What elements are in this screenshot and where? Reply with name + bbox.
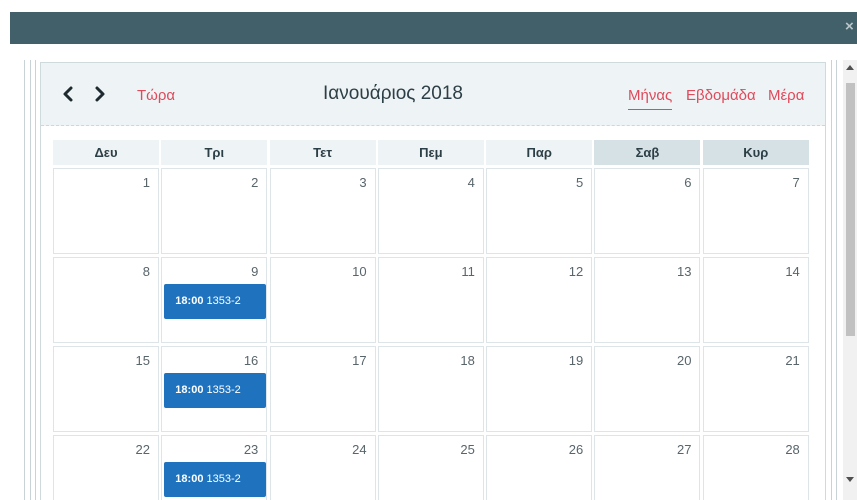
scroll-down-icon[interactable] [843,472,857,486]
day-number: 5 [575,175,584,190]
day-number: 19 [568,353,584,368]
day-number: 14 [785,264,800,279]
event-title: 1353-2 [206,295,241,307]
day-number: 6 [684,175,692,190]
day-cell[interactable]: 5 [486,168,593,254]
day-cell[interactable]: 12 [486,257,593,343]
frame-line [836,60,837,500]
vertical-scrollbar[interactable] [843,60,857,500]
calendar-event[interactable]: 18:00 1353-2 [164,462,267,497]
day-number: 28 [785,442,800,457]
day-cell[interactable]: 13 [594,257,701,343]
frame-line [24,60,25,500]
day-view-button[interactable]: Μέρα [768,87,804,104]
day-number: 16 [243,353,259,368]
weekday-header: Πεμ [377,140,484,165]
day-number: 7 [792,175,800,190]
week-row: 15 16 18:00 1353-2 17 18 19 20 21 [53,346,813,432]
day-cell[interactable]: 23 18:00 1353-2 [161,435,268,500]
day-number: 24 [352,442,367,457]
day-number: 9 [251,264,259,279]
day-cell[interactable]: 24 [269,435,376,500]
day-cell[interactable]: 2 [161,168,268,254]
day-cell[interactable]: 11 [377,257,484,343]
day-number: 23 [243,442,259,457]
day-number: 1 [142,175,150,190]
day-number: 10 [352,264,367,279]
calendar-event[interactable]: 18:00 1353-2 [164,373,267,408]
event-time: 18:00 [175,384,204,396]
day-number: 21 [785,353,800,368]
weekday-header: Τρι [161,140,268,165]
weekday-header-row: Δευ Τρι Τετ Πεμ Παρ Σαβ Κυρ [53,140,813,165]
day-cell[interactable]: 22 [53,435,159,500]
day-cell[interactable]: 17 [269,346,376,432]
day-number: 11 [461,264,475,279]
day-number: 26 [568,442,584,457]
calendar-toolbar: Τώρα Ιανουάριος 2018 Μήνας Εβδομάδα Μέρα [41,63,825,126]
weekday-header: Σαβ [594,140,701,165]
day-number: 15 [135,353,150,368]
day-number: 25 [460,442,475,457]
day-number: 22 [135,442,150,457]
day-cell[interactable]: 25 [377,435,484,500]
day-cell[interactable]: 26 [486,435,593,500]
day-number: 13 [677,264,692,279]
event-time: 18:00 [175,295,204,307]
day-number: 12 [568,264,584,279]
day-cell[interactable]: 10 [269,257,376,343]
week-row: 1 2 3 4 5 6 7 [53,168,813,254]
day-cell[interactable]: 14 [702,257,809,343]
calendar-panel: Τώρα Ιανουάριος 2018 Μήνας Εβδομάδα Μέρα… [40,62,826,500]
month-grid: Δευ Τρι Τετ Πεμ Παρ Σαβ Κυρ 1 2 3 4 5 6 7 8 9 18:… [53,140,813,500]
day-cell[interactable]: 19 [486,346,593,432]
day-cell[interactable]: 9 18:00 1353-2 [161,257,268,343]
calendar-event[interactable]: 18:00 1353-2 [164,284,267,319]
day-number: 3 [359,175,367,190]
day-number: 17 [352,353,367,368]
day-cell[interactable]: 8 [53,257,159,343]
frame-line [831,60,832,500]
day-number: 2 [251,175,259,190]
event-title: 1353-2 [206,384,241,396]
frame-line [35,60,36,500]
day-cell[interactable]: 6 [594,168,701,254]
day-number: 18 [460,353,475,368]
month-view-button[interactable]: Μήνας [628,87,673,110]
weekday-header: Κυρ [702,140,809,165]
day-number: 20 [677,353,692,368]
week-view-button[interactable]: Εβδομάδα [686,87,756,104]
week-row: 22 23 18:00 1353-2 24 25 26 27 28 [53,435,813,500]
weekday-header: Παρ [486,140,593,165]
dialog-body: Τώρα Ιανουάριος 2018 Μήνας Εβδομάδα Μέρα… [10,44,857,500]
day-number: 4 [467,175,475,190]
day-number: 27 [677,442,692,457]
day-cell[interactable]: 28 [702,435,809,500]
day-cell[interactable]: 7 [702,168,809,254]
day-cell[interactable]: 15 [53,346,159,432]
weekday-header: Δευ [53,140,159,165]
day-cell[interactable]: 21 [702,346,809,432]
day-cell[interactable]: 4 [377,168,484,254]
scroll-up-icon[interactable] [843,61,857,75]
frame-line [30,60,31,500]
day-cell[interactable]: 18 [377,346,484,432]
day-cell[interactable]: 3 [269,168,376,254]
day-cell[interactable]: 16 18:00 1353-2 [161,346,268,432]
scrollbar-thumb[interactable] [846,83,855,336]
day-number: 8 [142,264,150,279]
week-row: 8 9 18:00 1353-2 10 11 12 13 14 [53,257,813,343]
close-icon[interactable]: × [845,19,857,34]
week-rows: 1 2 3 4 5 6 7 8 9 18:00 1353-2 10 11 12 13 14 15 16 18:00… [53,168,813,500]
day-cell[interactable]: 27 [594,435,701,500]
day-cell[interactable]: 1 [53,168,159,254]
event-time: 18:00 [175,473,204,485]
day-cell[interactable]: 20 [594,346,701,432]
weekday-header: Τετ [269,140,376,165]
dialog-titlebar: × [10,12,857,44]
event-title: 1353-2 [206,473,241,485]
